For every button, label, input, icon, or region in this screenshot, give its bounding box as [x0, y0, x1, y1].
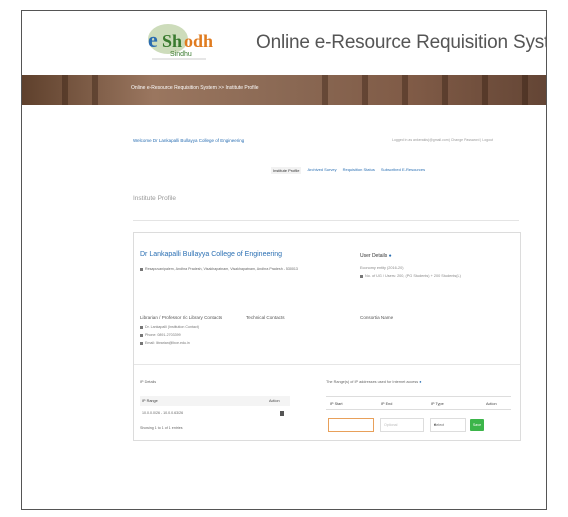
phone-icon [140, 333, 143, 337]
breadcrumb: Online e-Resource Requisition System >> … [131, 85, 259, 91]
user-line-2: No. of UG / Users: 200, (PG Students) + … [360, 274, 515, 279]
col-action: Action [269, 399, 280, 403]
consortia-heading: Consortia Name [360, 315, 394, 320]
technical-contacts-heading: Technical Contacts [246, 315, 285, 320]
table-info: Showing 1 to 1 of 1 entries [140, 426, 183, 430]
info-icon[interactable]: ● [389, 253, 392, 259]
contact-name: Dr. Lankapalli (Institution Contact) [140, 325, 199, 329]
col-ip-start: IP Start [330, 402, 343, 406]
librarian-contacts-heading: Librarian / Professor I/c Library Contac… [140, 315, 223, 320]
col-ip-type: IP Type [431, 402, 444, 406]
ip-end-input[interactable]: Optional [380, 418, 424, 432]
svg-text:Sindhu: Sindhu [170, 51, 192, 58]
user-line-1: Economy entity (2016-20) [360, 266, 404, 270]
ip-table-header: IP Range Action [140, 396, 290, 406]
svg-text:odh: odh [184, 31, 213, 51]
institute-address: Resapuvanipalem, Andhra Pradesh, Visakha… [140, 267, 370, 272]
tab-requisition-status[interactable]: Requisition Status [343, 167, 375, 174]
divider [133, 220, 519, 221]
user-details-heading: User Details ● [360, 253, 392, 259]
delete-icon[interactable] [280, 411, 284, 416]
location-icon [140, 267, 143, 271]
banner: Online e-Resource Requisition System >> … [22, 75, 546, 105]
email-icon [140, 341, 143, 345]
save-button[interactable]: Save [470, 419, 484, 431]
account-links[interactable]: Logged in as ankerakis(@gmail.com) Chang… [392, 138, 493, 142]
col-action: Action [486, 402, 497, 406]
contact-phone: Phone: 0891-2703399 [140, 333, 181, 337]
ip-start-input[interactable] [328, 418, 374, 432]
ip-range-heading: The Range(s) of IP addresses used for In… [326, 380, 422, 384]
users-icon [360, 274, 363, 278]
col-ip-range: IP Range [142, 399, 158, 403]
table-row: 10.0.0.0/26 - 10.0.0.63/26 [140, 410, 290, 418]
page-frame: e Sh odh Sindhu Online e-Resource Requis… [21, 10, 547, 510]
ip-form-header: IP Start IP End IP Type Action [326, 396, 511, 410]
user-icon [140, 325, 143, 329]
ip-range-value: 10.0.0.0/26 - 10.0.0.63/26 [142, 411, 184, 415]
ip-details-heading: IP Details [140, 380, 157, 384]
main-nav: Institute Profile Archived Survey Requis… [271, 167, 425, 174]
page-title: Institute Profile [133, 195, 176, 202]
tab-archived-survey[interactable]: Archived Survey [307, 167, 336, 174]
info-icon[interactable]: ● [419, 380, 421, 384]
ip-type-select[interactable]: Select ▾ [430, 418, 466, 432]
svg-text:e: e [148, 27, 158, 52]
institute-panel: Dr Lankapalli Bullayya College of Engine… [133, 232, 521, 441]
tab-subscribed-eresources[interactable]: Subscribed E-Resources [381, 167, 425, 174]
chevron-down-icon: ▾ [434, 423, 436, 427]
svg-text:Sh: Sh [162, 31, 182, 51]
tab-institute-profile[interactable]: Institute Profile [271, 167, 302, 174]
site-title: Online e-Resource Requisition System [256, 32, 547, 53]
institute-name: Dr Lankapalli Bullayya College of Engine… [140, 251, 283, 258]
panel-divider [134, 364, 520, 365]
col-ip-end: IP End [381, 402, 393, 406]
eshodhsindhu-logo: e Sh odh Sindhu [148, 24, 213, 60]
site-header: e Sh odh Sindhu Online e-Resource Requis… [22, 11, 546, 69]
contact-email: Email: librarian@lbce.edu.in [140, 341, 190, 345]
welcome-text: Welcome Dr Lankapalli Bullayya College o… [133, 138, 245, 143]
